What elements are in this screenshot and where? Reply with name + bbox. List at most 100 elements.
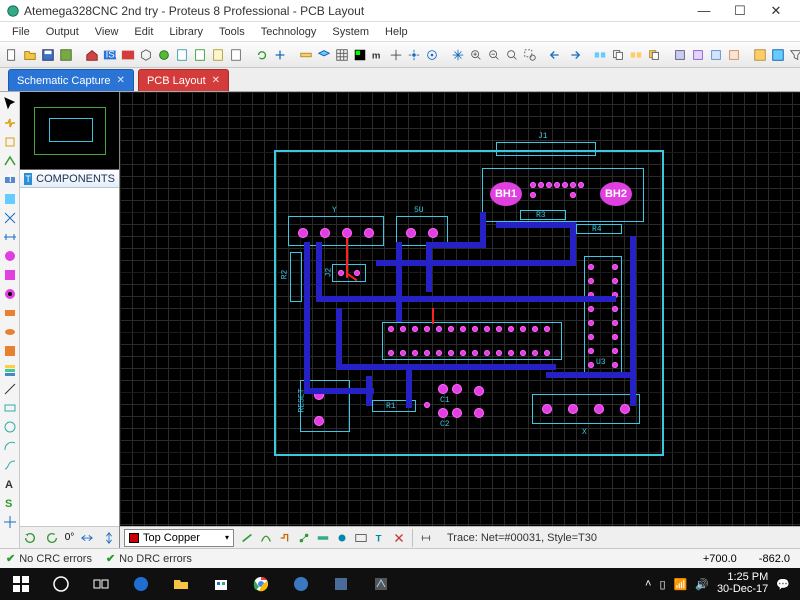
volume-icon[interactable]: 🔊 [695, 578, 709, 591]
close-button[interactable]: ✕ [758, 0, 794, 22]
arc-icon[interactable] [2, 438, 18, 454]
battery-icon[interactable]: ▯ [659, 578, 665, 591]
menu-file[interactable]: File [4, 24, 38, 40]
flip-v-icon[interactable] [100, 528, 119, 548]
selection-icon[interactable] [2, 96, 18, 112]
explorer-icon[interactable] [164, 569, 198, 599]
zoom-in-icon[interactable] [468, 45, 484, 65]
marker-icon[interactable] [2, 514, 18, 530]
route-track-icon[interactable] [238, 529, 256, 547]
pad-square-icon[interactable] [2, 267, 18, 283]
refresh-icon[interactable] [254, 45, 270, 65]
line-icon[interactable] [2, 381, 18, 397]
rect-icon[interactable] [2, 400, 18, 416]
route-curve-icon[interactable] [257, 529, 275, 547]
menu-system[interactable]: System [324, 24, 377, 40]
smd-icon[interactable] [2, 305, 18, 321]
menu-edit[interactable]: Edit [126, 24, 161, 40]
rotate-cw-icon[interactable] [42, 528, 61, 548]
wifi-icon[interactable]: 📶 [674, 578, 688, 591]
board-overview[interactable] [20, 92, 119, 170]
center-icon[interactable] [424, 45, 440, 65]
new-icon[interactable] [4, 45, 20, 65]
tab-close-icon[interactable]: ✕ [117, 75, 125, 86]
group2-icon[interactable] [690, 45, 706, 65]
route-auto-icon[interactable] [276, 529, 294, 547]
circle-icon[interactable] [2, 419, 18, 435]
chrome-icon[interactable] [244, 569, 278, 599]
menu-tools[interactable]: Tools [211, 24, 253, 40]
metric-icon[interactable]: m [370, 45, 386, 65]
components-list[interactable] [20, 188, 119, 526]
flip-h-icon[interactable] [77, 528, 96, 548]
layer-selector[interactable]: Top Copper ▾ [124, 529, 234, 547]
menu-technology[interactable]: Technology [253, 24, 325, 40]
via-icon[interactable]: T [2, 172, 18, 188]
rotate-ccw-icon[interactable] [20, 528, 39, 548]
neckdown-icon[interactable] [352, 529, 370, 547]
menu-help[interactable]: Help [377, 24, 416, 40]
proteus-task-icon[interactable] [364, 569, 398, 599]
pad-round-icon[interactable] [2, 248, 18, 264]
measure-icon[interactable] [417, 529, 435, 547]
save-icon[interactable] [40, 45, 56, 65]
layers-icon[interactable] [316, 45, 332, 65]
doc-icon[interactable] [228, 45, 244, 65]
pan-icon[interactable] [450, 45, 466, 65]
system-tray[interactable]: ˄ ▯ 📶 🔊 1:25 PM 30-Dec-17 💬 [645, 572, 796, 595]
grid-toggle-icon[interactable] [334, 45, 350, 65]
block-icon[interactable] [592, 45, 608, 65]
3d-icon[interactable] [138, 45, 154, 65]
trace-width-icon[interactable] [314, 529, 332, 547]
group4-icon[interactable] [726, 45, 742, 65]
edge-icon[interactable] [124, 569, 158, 599]
redo-icon[interactable] [566, 45, 582, 65]
zoom-area-icon[interactable] [522, 45, 538, 65]
filter-icon[interactable] [788, 45, 800, 65]
ratsnest-icon[interactable] [2, 210, 18, 226]
package-icon[interactable] [2, 134, 18, 150]
copy-icon[interactable] [610, 45, 626, 65]
home-icon[interactable] [84, 45, 100, 65]
text-icon[interactable]: A [2, 476, 18, 492]
dimension-icon[interactable] [2, 229, 18, 245]
trace-select-icon[interactable]: T [371, 529, 389, 547]
components-header[interactable]: T COMPONENTS [20, 170, 119, 188]
maximize-button[interactable]: ☐ [722, 0, 758, 22]
open-icon[interactable] [22, 45, 38, 65]
tab-close-icon[interactable]: ✕ [212, 75, 220, 86]
bom-icon[interactable] [192, 45, 208, 65]
pad-thru-icon[interactable] [2, 286, 18, 302]
path-icon[interactable] [2, 457, 18, 473]
store-icon[interactable] [204, 569, 238, 599]
delete-trace-icon[interactable] [390, 529, 408, 547]
menu-library[interactable]: Library [161, 24, 211, 40]
cut-icon[interactable] [628, 45, 644, 65]
pcb-canvas[interactable]: J1 BH1 BH2 R3 R4 Y [120, 92, 800, 548]
group3-icon[interactable] [708, 45, 724, 65]
track-icon[interactable] [2, 153, 18, 169]
via-drop-icon[interactable] [333, 529, 351, 547]
stack-icon[interactable] [2, 362, 18, 378]
route-diag-icon[interactable] [295, 529, 313, 547]
taskview-icon[interactable] [84, 569, 118, 599]
flip-icon[interactable] [272, 45, 288, 65]
ares-icon[interactable] [120, 45, 136, 65]
menu-output[interactable]: Output [38, 24, 87, 40]
isis-icon[interactable]: ISIS [102, 45, 118, 65]
zone-icon[interactable] [2, 191, 18, 207]
notifications-icon[interactable]: 💬 [776, 578, 790, 591]
component-icon[interactable] [2, 115, 18, 131]
menu-view[interactable]: View [87, 24, 127, 40]
start-button[interactable] [4, 569, 38, 599]
tab-pcb-layout[interactable]: PCB Layout ✕ [138, 69, 229, 91]
tray-chevron-icon[interactable]: ˄ [645, 578, 651, 590]
cortana-icon[interactable] [44, 569, 78, 599]
minimize-button[interactable]: — [686, 0, 722, 22]
symbol-icon[interactable]: S [2, 495, 18, 511]
report-icon[interactable] [210, 45, 226, 65]
polygon-icon[interactable] [2, 343, 18, 359]
drc-status[interactable]: ✔No DRC errors [106, 552, 192, 565]
group1-icon[interactable] [672, 45, 688, 65]
app1-icon[interactable] [324, 569, 358, 599]
